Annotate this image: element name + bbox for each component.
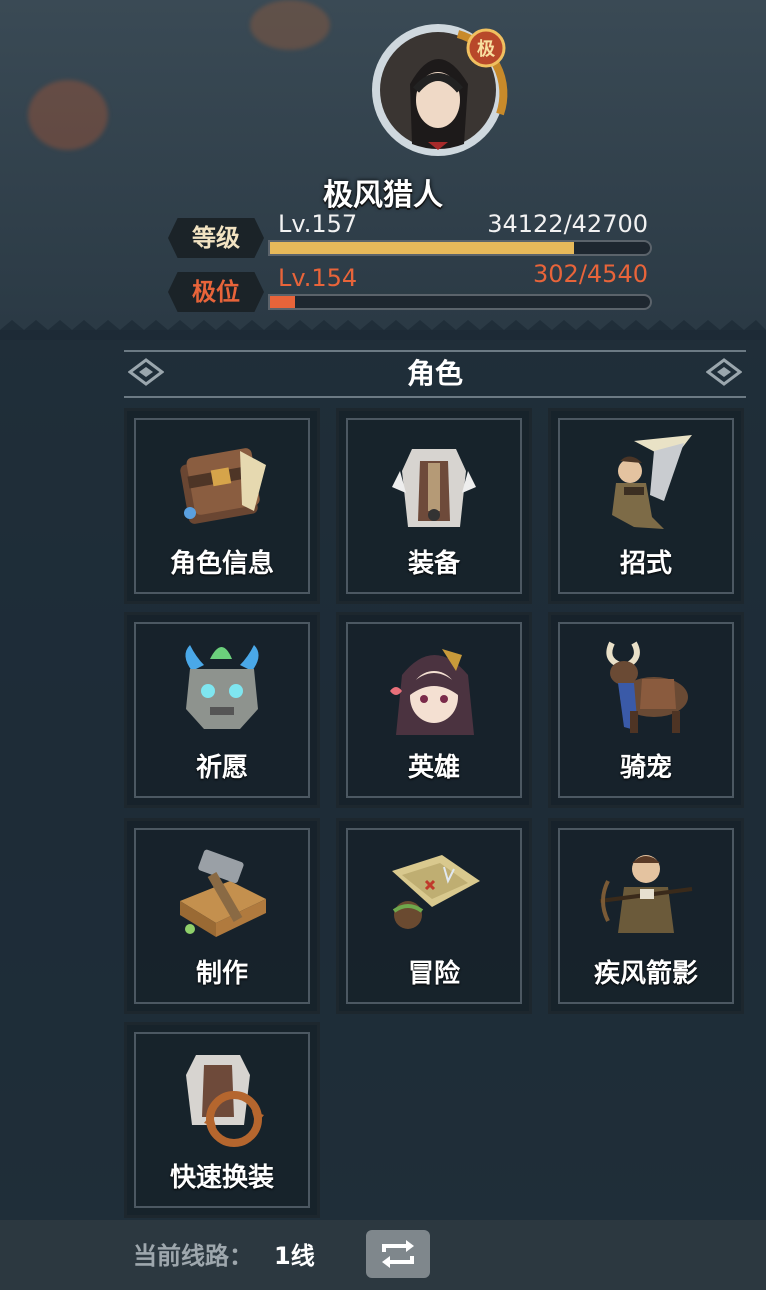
avatar-portrait-icon: 极 — [372, 24, 508, 156]
section-line-bottom — [124, 396, 746, 398]
stone-mask-icon — [185, 645, 259, 729]
menu-tile-equipment[interactable]: 装备 — [336, 408, 532, 604]
quick-swap-icon — [186, 1055, 264, 1147]
server-line-value: 1线 — [274, 1242, 315, 1270]
tile-label: 冒险 — [407, 959, 460, 989]
rank-progress-bar — [268, 294, 652, 310]
section-header: 角色 — [124, 350, 746, 400]
footer-bar: 当前线路： 1线 — [0, 1220, 766, 1290]
menu-tile-mounts[interactable]: 骑宠 — [548, 612, 744, 808]
level-progress-fill — [270, 242, 574, 254]
tile-label: 角色信息 — [169, 549, 274, 579]
armor-icon — [392, 449, 476, 527]
level-progress-bar — [268, 240, 652, 256]
menu-tile-crafting[interactable]: 制作 — [124, 818, 320, 1014]
section-title: 角色 — [406, 357, 463, 390]
character-avatar[interactable]: 极 — [368, 14, 516, 162]
tile-label: 祈愿 — [195, 753, 248, 783]
tile-label: 装备 — [407, 549, 460, 579]
level-value: Lv.157 — [278, 210, 358, 238]
menu-tile-gale-arrow[interactable]: 疾风箭影 — [548, 818, 744, 1014]
diamond-ornament-icon — [706, 358, 742, 386]
book-icon — [180, 448, 266, 524]
tile-label: 制作 — [195, 959, 248, 989]
hammer-icon — [180, 849, 266, 937]
level-exp: 34122/42700 — [487, 210, 648, 238]
menu-tile-skills[interactable]: 招式 — [548, 408, 744, 604]
menu-tile-wish[interactable]: 祈愿 — [124, 612, 320, 808]
server-line-label: 当前线路： — [133, 1242, 253, 1270]
svg-text:极: 极 — [477, 39, 496, 60]
treasure-map-icon — [392, 855, 480, 929]
tile-label: 疾风箭影 — [593, 959, 698, 989]
hero-girl-icon — [390, 649, 474, 735]
menu-tile-character-info[interactable]: 角色信息 — [124, 408, 320, 604]
mount-bull-icon — [606, 641, 688, 733]
refresh-icon — [382, 1240, 414, 1268]
tile-label: 骑宠 — [619, 753, 672, 783]
rank-exp: 302/4540 — [533, 260, 648, 288]
menu-tile-adventure[interactable]: 冒险 — [336, 818, 532, 1014]
character-header: 极 极风猎人 等级 Lv.157 34122/42700 极位 Lv.154 3… — [0, 0, 766, 330]
tile-label: 英雄 — [407, 753, 460, 783]
level-label: 等级 — [168, 218, 264, 258]
tile-label: 快速换装 — [169, 1163, 274, 1193]
rank-value: Lv.154 — [278, 264, 358, 292]
menu-tile-quick-swap[interactable]: 快速换装 — [124, 1022, 320, 1218]
menu-tile-heroes[interactable]: 英雄 — [336, 612, 532, 808]
tile-label: 招式 — [619, 549, 672, 579]
archer-icon — [599, 855, 693, 933]
switch-line-button[interactable] — [366, 1230, 430, 1278]
rank-label: 极位 — [168, 272, 264, 312]
rank-progress-fill — [270, 296, 296, 308]
character-name: 极风猎人 — [323, 178, 443, 213]
warrior-icon — [612, 435, 692, 529]
